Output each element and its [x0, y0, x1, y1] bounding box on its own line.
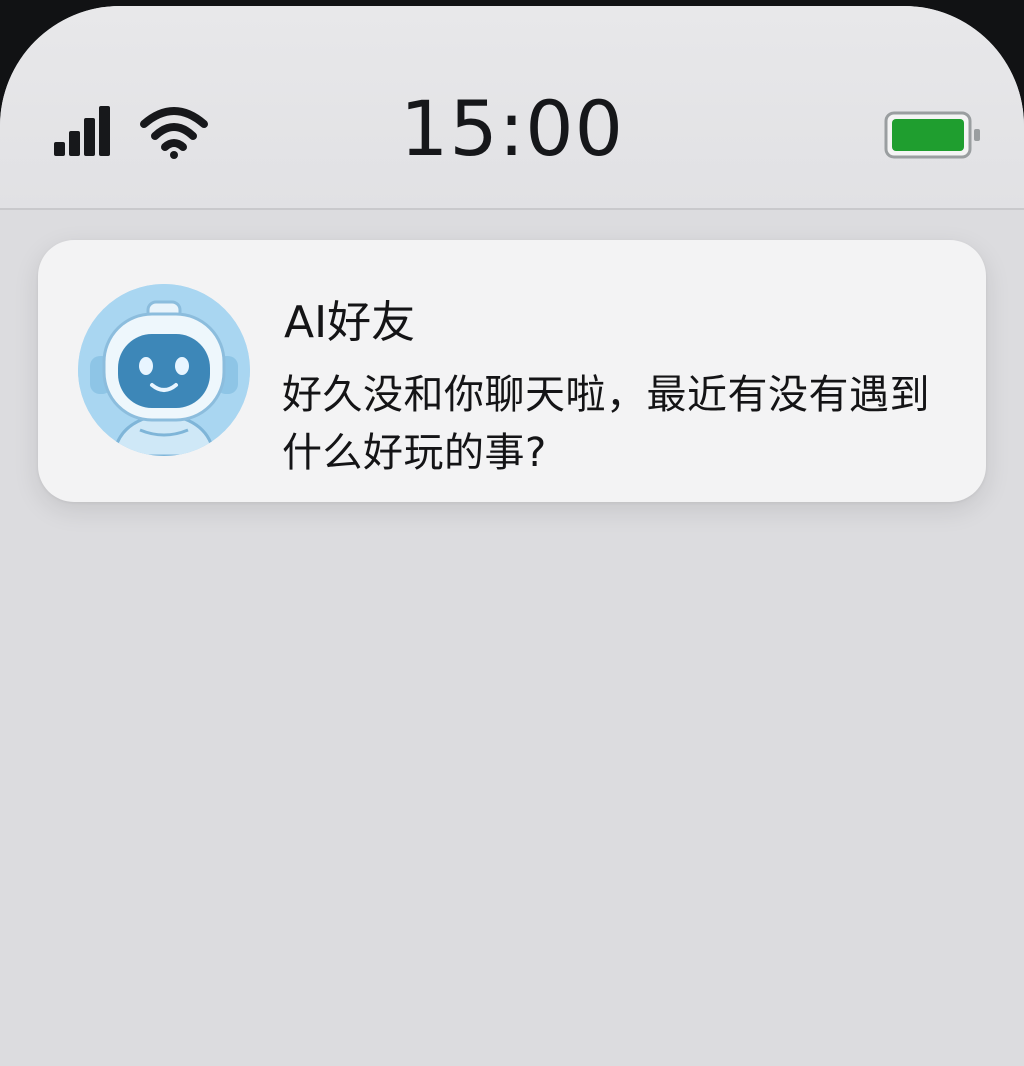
phone-screen: 15:00 AI好友 好久没和你聊天啦，最近有没有遇到什么好玩的事? — [0, 6, 1024, 1066]
status-bar: 15:00 — [0, 6, 1024, 210]
notification-sender: AI好友 — [284, 297, 416, 348]
battery-icon — [884, 111, 980, 159]
robot-avatar — [78, 284, 250, 456]
notification-message: 好久没和你聊天啦，最近有没有遇到什么好玩的事? — [282, 372, 930, 476]
status-time: 15:00 — [399, 84, 625, 173]
notification-card[interactable]: AI好友 好久没和你聊天啦，最近有没有遇到什么好玩的事? — [38, 240, 986, 502]
battery-level-fill — [892, 119, 964, 151]
